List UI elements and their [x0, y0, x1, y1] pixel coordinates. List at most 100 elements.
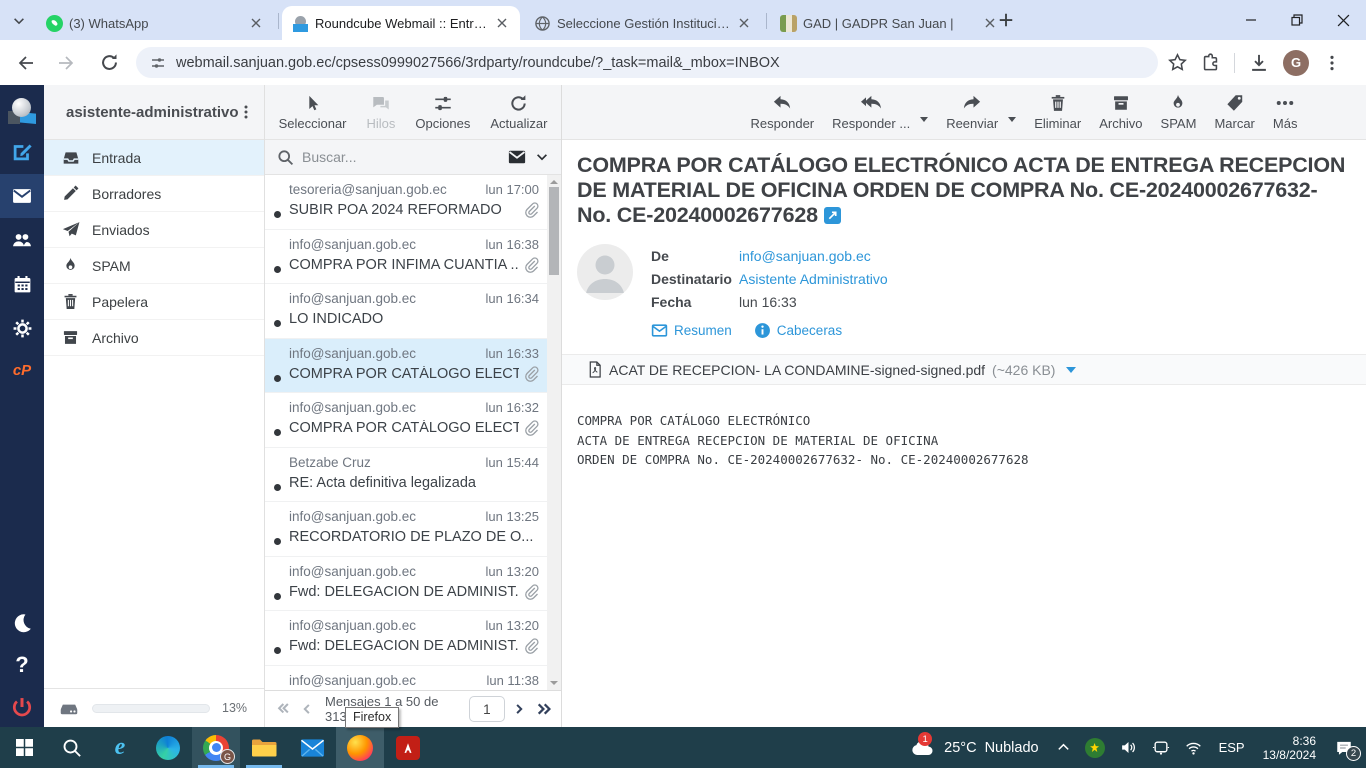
chrome-button[interactable]: G	[192, 727, 240, 768]
headers-link[interactable]: Cabeceras	[754, 322, 842, 339]
scroll-up-arrow[interactable]	[550, 178, 558, 186]
mail-app-button[interactable]	[288, 727, 336, 768]
folder-archivo[interactable]: Archivo	[44, 320, 264, 356]
to-address-link[interactable]: Asistente Administrativo	[739, 271, 888, 287]
tray-chevron-up-icon[interactable]	[1049, 727, 1078, 768]
page-number-input[interactable]: 1	[468, 696, 505, 722]
new-tab-button[interactable]	[996, 10, 1016, 30]
internet-explorer-button[interactable]: e	[96, 727, 144, 768]
start-button[interactable]	[0, 727, 48, 768]
delete-button[interactable]: Eliminar	[1034, 93, 1081, 131]
tab-close-icon[interactable]	[248, 15, 264, 31]
from-address-link[interactable]: info@sanjuan.gob.ec	[739, 248, 871, 264]
tab-whatsapp[interactable]: (3) WhatsApp	[36, 6, 274, 40]
profile-avatar[interactable]: G	[1283, 49, 1309, 76]
search-options-chevron-icon[interactable]	[535, 150, 549, 164]
back-button[interactable]	[8, 46, 42, 80]
logout-power-icon[interactable]	[0, 685, 44, 729]
restore-button[interactable]	[1274, 0, 1320, 40]
message-row[interactable]: info@sanjuan.gob.ec lun 16:32 COMPRA POR …	[265, 393, 547, 448]
message-row[interactable]: info@sanjuan.gob.ec lun 13:20 Fwd: DELEGA…	[265, 557, 547, 611]
connect-device-icon[interactable]	[1145, 727, 1177, 768]
wifi-icon[interactable]	[1177, 727, 1210, 768]
forward-button[interactable]: Reenviar	[946, 93, 998, 131]
message-row[interactable]: tesoreria@sanjuan.gob.ec lun 17:00 SUBIR …	[265, 175, 547, 230]
folder-entrada[interactable]: Entrada	[44, 140, 264, 176]
calendar-icon[interactable]	[0, 262, 44, 306]
close-window-button[interactable]	[1320, 0, 1366, 40]
select-button[interactable]: Seleccionar	[279, 93, 347, 131]
search-input[interactable]	[302, 149, 499, 165]
reply-all-dropdown-caret[interactable]	[920, 116, 929, 122]
bookmark-star-icon[interactable]	[1168, 53, 1187, 72]
account-menu-icon[interactable]	[238, 104, 254, 120]
folder-enviados[interactable]: Enviados	[44, 212, 264, 248]
reply-all-button[interactable]: Responder ...	[832, 93, 910, 131]
search-scope-envelope-icon[interactable]	[507, 147, 527, 167]
attachment-dropdown-caret[interactable]	[1066, 366, 1077, 373]
forward-dropdown-caret[interactable]	[1008, 116, 1017, 122]
scrollbar-thumb[interactable]	[549, 187, 559, 275]
tab-close-icon[interactable]	[494, 15, 510, 31]
tab-gestion[interactable]: Seleccione Gestión Instituciona	[524, 6, 762, 40]
open-external-icon[interactable]	[823, 207, 841, 224]
extensions-icon[interactable]	[1201, 53, 1220, 72]
tab-roundcube[interactable]: Roundcube Webmail :: Entrada	[282, 6, 520, 40]
folder-borradores[interactable]: Borradores	[44, 176, 264, 212]
tab-gad[interactable]: GAD | GADPR San Juan |	[770, 6, 1008, 40]
refresh-button[interactable]: Actualizar	[490, 93, 547, 131]
list-scrollbar[interactable]	[547, 175, 561, 690]
attachment-bar[interactable]: ACAT DE RECEPCION- LA CONDAMINE-signed-s…	[562, 354, 1366, 385]
contacts-icon[interactable]	[0, 218, 44, 262]
language-indicator[interactable]: ESP	[1210, 727, 1254, 768]
minimize-button[interactable]	[1228, 0, 1274, 40]
downloads-icon[interactable]	[1249, 53, 1269, 73]
prev-page-icon[interactable]	[299, 702, 313, 716]
first-page-icon[interactable]	[275, 701, 291, 717]
reload-button[interactable]	[92, 46, 126, 80]
antivirus-tray-icon[interactable]	[1078, 727, 1112, 768]
summary-link[interactable]: Resumen	[651, 322, 732, 339]
dark-mode-moon-icon[interactable]	[0, 601, 44, 645]
reply-button[interactable]: Responder	[751, 93, 814, 131]
file-explorer-button[interactable]	[240, 727, 288, 768]
clock-widget[interactable]: 8:36 13/8/2024	[1254, 727, 1325, 768]
attachment-name[interactable]: ACAT DE RECEPCION- LA CONDAMINE-signed-s…	[609, 362, 985, 378]
archive-button[interactable]: Archivo	[1099, 93, 1143, 131]
volume-icon[interactable]	[1112, 727, 1145, 768]
options-button[interactable]: Opciones	[415, 93, 470, 131]
mail-icon[interactable]	[0, 174, 44, 218]
firefox-button[interactable]	[336, 727, 384, 768]
folder-papelera[interactable]: Papelera	[44, 284, 264, 320]
compose-icon[interactable]	[0, 130, 44, 174]
more-button[interactable]: Más	[1273, 93, 1297, 131]
acrobat-button[interactable]	[384, 727, 432, 768]
message-row[interactable]: info@sanjuan.gob.ec lun 13:20 Fwd: DELEGA…	[265, 611, 547, 666]
message-row[interactable]: info@sanjuan.gob.ec lun 11:38	[265, 666, 547, 691]
site-settings-icon[interactable]	[150, 55, 166, 71]
address-bar[interactable]: webmail.sanjuan.gob.ec/cpsess0999027566/…	[136, 47, 1158, 78]
message-row-selected[interactable]: info@sanjuan.gob.ec lun 16:33 COMPRA POR …	[265, 338, 547, 393]
next-page-icon[interactable]	[513, 702, 527, 716]
browser-menu-icon[interactable]	[1323, 54, 1341, 72]
tab-search-chevron-icon[interactable]	[8, 10, 30, 32]
mark-button[interactable]: Marcar	[1214, 93, 1255, 131]
forward-button[interactable]	[50, 46, 84, 80]
message-row[interactable]: info@sanjuan.gob.ec lun 16:34 LO INDICADO	[265, 284, 547, 339]
taskbar-search-button[interactable]	[48, 727, 96, 768]
threads-button[interactable]: Hilos	[367, 93, 395, 131]
edge-button[interactable]	[144, 727, 192, 768]
cpanel-icon[interactable]: cP	[0, 348, 44, 392]
notification-center-button[interactable]: 2	[1325, 727, 1366, 768]
message-row[interactable]: info@sanjuan.gob.ec lun 13:25 RECORDATORI…	[265, 502, 547, 557]
message-row[interactable]: Betzabe Cruz lun 15:44 RE: Acta definitiv…	[265, 448, 547, 502]
tab-close-icon[interactable]	[736, 15, 752, 31]
spam-button[interactable]: SPAM	[1161, 93, 1196, 131]
help-icon[interactable]: ?	[0, 643, 44, 687]
settings-gear-icon[interactable]	[0, 306, 44, 350]
message-row[interactable]: info@sanjuan.gob.ec lun 16:38 COMPRA POR …	[265, 230, 547, 284]
folder-spam[interactable]: SPAM	[44, 248, 264, 284]
scroll-down-arrow[interactable]	[550, 679, 558, 687]
weather-widget[interactable]: 1 25°C Nublado	[900, 727, 1048, 768]
last-page-icon[interactable]	[535, 701, 551, 717]
